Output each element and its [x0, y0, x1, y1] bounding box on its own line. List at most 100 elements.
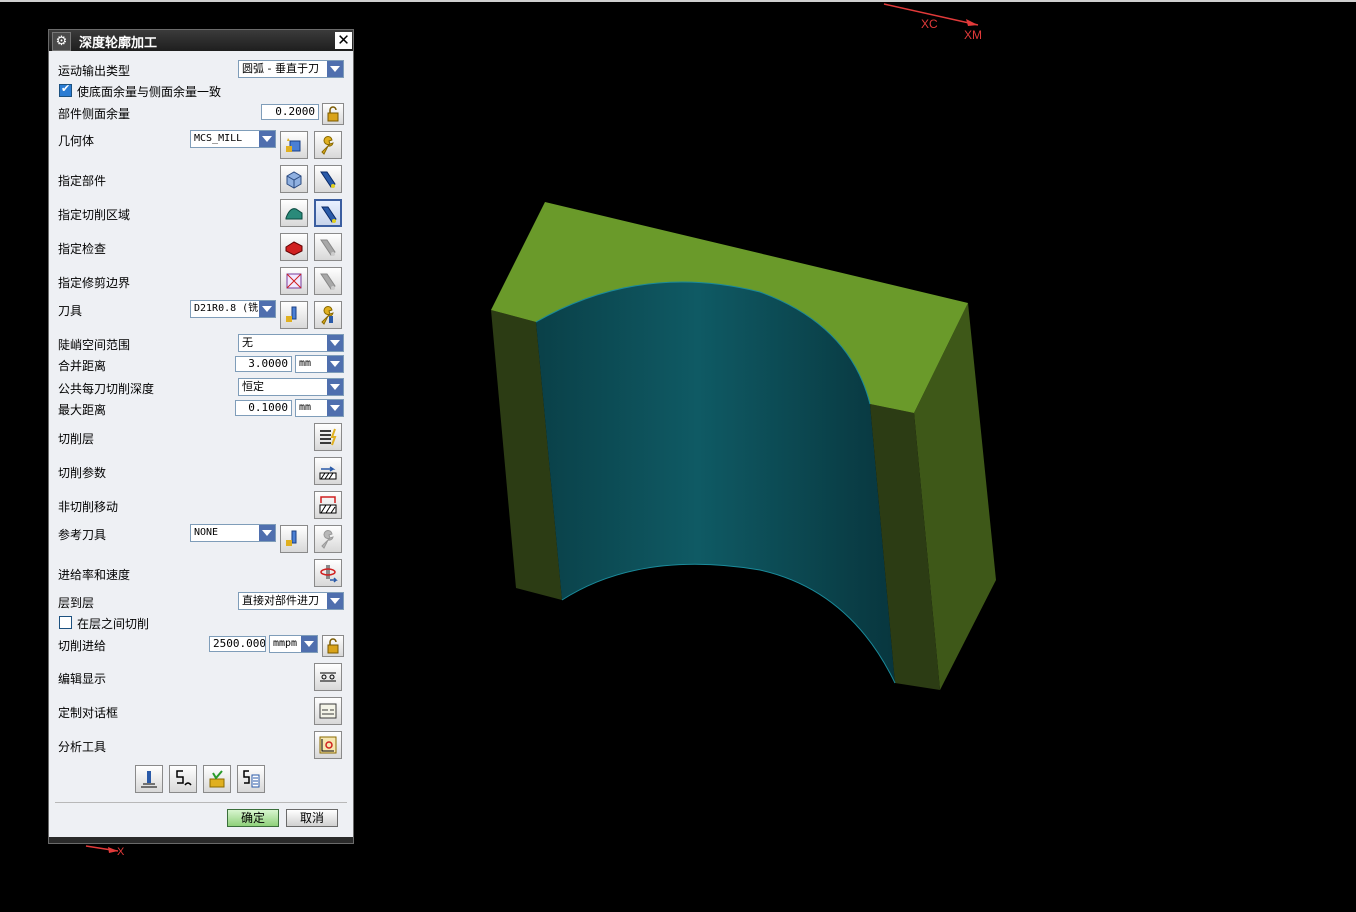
chevron-down-icon[interactable]: [327, 356, 343, 372]
cut-params-label: 切削参数: [58, 466, 107, 480]
merge-distance-unit-select[interactable]: mm: [295, 355, 344, 373]
display-part-button[interactable]: [314, 165, 342, 193]
common-depth-label: 公共每刀切削深度: [58, 382, 155, 396]
top-border: [0, 0, 1356, 2]
ref-tool-label: 参考刀具: [58, 528, 107, 542]
flashlight-icon: [320, 239, 336, 256]
max-distance-label: 最大距离: [58, 403, 107, 417]
max-distance-unit-select[interactable]: mm: [295, 399, 344, 417]
generate-toolpath-button[interactable]: [135, 765, 163, 793]
replay-toolpath-button[interactable]: [169, 765, 197, 793]
dialog-bottom-bar: [49, 837, 353, 843]
motion-output-select[interactable]: 圆弧 - 垂直于刀: [238, 60, 344, 78]
ref-tool-select[interactable]: NONE: [190, 524, 276, 542]
feed-lock-button[interactable]: [322, 635, 344, 657]
custom-dialog-button[interactable]: [314, 697, 342, 725]
edit-geometry-button[interactable]: [314, 131, 342, 159]
cut-levels-label: 切削层: [58, 432, 95, 446]
select-part-button[interactable]: [280, 165, 308, 193]
verify-toolpath-button[interactable]: [203, 765, 231, 793]
x-axis-label: X: [117, 846, 125, 858]
cut-params-button[interactable]: [314, 457, 342, 485]
geometry-select[interactable]: MCS_MILL: [190, 130, 276, 148]
common-depth-select[interactable]: 恒定: [238, 378, 344, 396]
new-tool-button[interactable]: [280, 301, 308, 329]
display-cut-area-button[interactable]: [314, 199, 342, 227]
chevron-down-icon[interactable]: [259, 525, 275, 541]
new-ref-tool-button[interactable]: [280, 525, 308, 553]
lock-icon: [327, 638, 339, 654]
part-side-stock-label: 部件侧面余量: [58, 107, 131, 121]
edit-tool-icon: [321, 306, 334, 325]
edit-display-icon: [320, 672, 336, 682]
common-depth-value: 恒定: [242, 380, 264, 393]
steep-range-select[interactable]: 无: [238, 334, 344, 352]
chevron-down-icon[interactable]: [259, 301, 275, 317]
gear-icon[interactable]: ⚙: [52, 32, 71, 51]
max-distance-input[interactable]: 0.1000: [235, 400, 292, 416]
analysis-tools-button[interactable]: [314, 731, 342, 759]
custom-dialog-label: 定制对话框: [58, 706, 119, 720]
part-model[interactable]: [480, 190, 1010, 700]
lock-button[interactable]: [322, 103, 344, 125]
chevron-down-icon[interactable]: [327, 593, 343, 609]
feeds-speeds-button[interactable]: [314, 559, 342, 587]
new-tool-icon: [286, 530, 297, 546]
chevron-down-icon[interactable]: [327, 61, 343, 77]
cut-between-levels-checkbox[interactable]: [59, 616, 72, 629]
motion-output-value: 圆弧 - 垂直于刀: [242, 62, 319, 75]
edit-display-button[interactable]: [314, 663, 342, 691]
select-cut-area-button[interactable]: [280, 199, 308, 227]
level-to-level-select[interactable]: 直接对部件进刀: [238, 592, 344, 610]
select-check-button[interactable]: [280, 233, 308, 261]
cavity-mill-dialog[interactable]: ⚙ 深度轮廓加工 ✕ 运动输出类型 圆弧 - 垂直于刀 使底面余量与侧面余量一致…: [48, 29, 354, 844]
cut-feed-input[interactable]: 2500.0000: [209, 636, 266, 652]
cancel-button[interactable]: 取消: [286, 809, 338, 827]
cut-feed-label: 切削进给: [58, 639, 107, 653]
non-cut-moves-button[interactable]: [314, 491, 342, 519]
floor-same-as-side-checkbox[interactable]: [59, 82, 72, 97]
specify-cut-area-label: 指定切削区域: [58, 208, 131, 222]
chevron-down-icon[interactable]: [327, 400, 343, 416]
feeds-speeds-label: 进给率和速度: [58, 568, 131, 582]
edit-tool-button[interactable]: [314, 301, 342, 329]
cut-levels-button[interactable]: [314, 423, 342, 451]
chevron-down-icon[interactable]: [327, 379, 343, 395]
tool-label: 刀具: [58, 304, 83, 318]
tool-select[interactable]: D21R0.8 (铣: [190, 300, 276, 318]
cut-feed-unit: mmpm: [273, 638, 298, 649]
chevron-down-icon[interactable]: [301, 636, 317, 652]
motion-output-label: 运动输出类型: [58, 64, 131, 78]
replay-icon: [176, 770, 192, 786]
chevron-down-icon[interactable]: [327, 335, 343, 351]
specify-trim-label: 指定修剪边界: [58, 276, 131, 290]
specify-check-label: 指定检查: [58, 242, 107, 256]
new-tool-icon: [286, 306, 297, 322]
ok-button[interactable]: 确定: [227, 809, 279, 827]
trim-boundary-icon: [286, 273, 302, 289]
specify-part-label: 指定部件: [58, 174, 107, 188]
xc-axis-label: XC: [921, 17, 938, 31]
merge-distance-label: 合并距离: [58, 359, 107, 373]
dialog-titlebar[interactable]: ⚙ 深度轮廓加工 ✕: [49, 30, 353, 51]
verify-icon: [209, 770, 225, 788]
max-distance-unit: mm: [299, 402, 312, 413]
lock-icon: [327, 106, 339, 122]
edit-ref-tool-button[interactable]: [314, 525, 342, 553]
generate-icon: [141, 771, 157, 788]
chevron-down-icon[interactable]: [259, 131, 275, 147]
wrench-icon: [321, 136, 334, 155]
new-geometry-button[interactable]: [280, 131, 308, 159]
part-body-icon: [286, 171, 302, 189]
cut-feed-unit-select[interactable]: mmpm: [269, 635, 318, 653]
merge-distance-input[interactable]: 3.0000: [235, 356, 292, 372]
select-trim-button[interactable]: [280, 267, 308, 295]
level-to-level-value: 直接对部件进刀: [242, 594, 319, 607]
display-check-button[interactable]: [314, 233, 342, 261]
display-trim-button[interactable]: [314, 267, 342, 295]
cut-between-levels-label: 在层之间切削: [77, 617, 150, 631]
part-side-stock-input[interactable]: 0.2000: [261, 104, 319, 120]
list-toolpath-button[interactable]: [237, 765, 265, 793]
analysis-tools-label: 分析工具: [58, 740, 107, 754]
close-icon[interactable]: ✕: [335, 32, 352, 49]
